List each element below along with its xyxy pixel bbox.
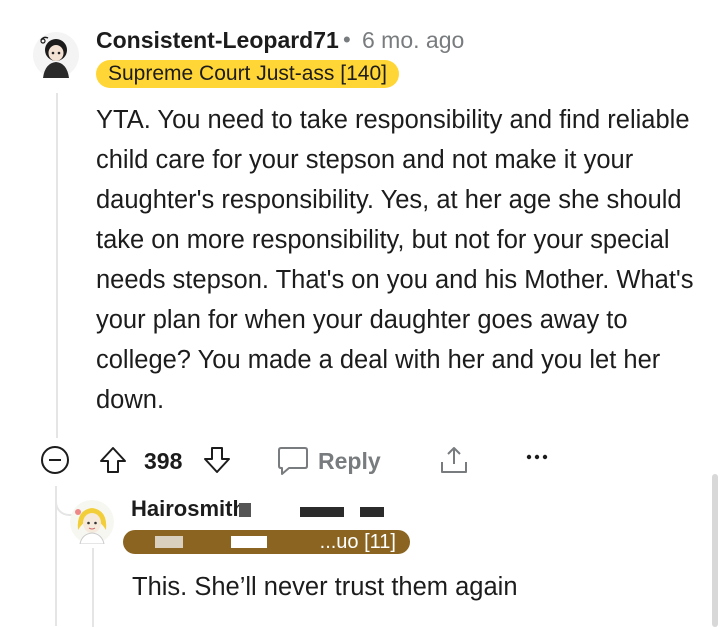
reply-body: This. She’ll never trust them again (132, 573, 518, 601)
reply-username[interactable]: Hairosmith (131, 496, 246, 516)
user-flair: Supreme Court Just-ass [140] (96, 60, 399, 88)
speech-bubble-icon (278, 447, 308, 475)
comment-username[interactable]: Consistent-Leopard71 (96, 27, 339, 54)
thread-line-parent[interactable] (55, 486, 57, 626)
reply-flair-text: ...uo [11] (319, 531, 396, 553)
redaction-mark (239, 503, 251, 517)
comment-timestamp[interactable]: 6 mo. ago (362, 27, 464, 54)
redaction-mark (155, 536, 183, 548)
collapse-minus-icon[interactable] (40, 445, 70, 475)
redaction-mark (360, 507, 384, 517)
comment-body: YTA. You need to take responsibility and… (96, 106, 694, 414)
share-upload-icon[interactable] (438, 444, 470, 476)
upvote-arrow-icon[interactable] (98, 445, 128, 475)
redaction-mark (231, 536, 267, 548)
reply-user-avatar[interactable] (70, 500, 114, 545)
comment-action-bar: 398 Reply (0, 440, 720, 484)
vote-score: 398 (144, 448, 183, 474)
reply-label: Reply (318, 447, 381, 474)
reply-button[interactable]: Reply (276, 444, 381, 478)
meta-separator: • (343, 27, 351, 52)
thread-line-reply[interactable] (92, 548, 94, 627)
reply-user-flair: ...uo [11] (123, 530, 410, 554)
user-avatar[interactable] (33, 32, 79, 78)
downvote-arrow-icon[interactable] (202, 445, 232, 475)
thread-line[interactable] (56, 93, 58, 438)
more-dots-icon[interactable] (524, 450, 550, 462)
scrollbar[interactable] (712, 474, 718, 627)
redaction-mark (300, 507, 344, 517)
